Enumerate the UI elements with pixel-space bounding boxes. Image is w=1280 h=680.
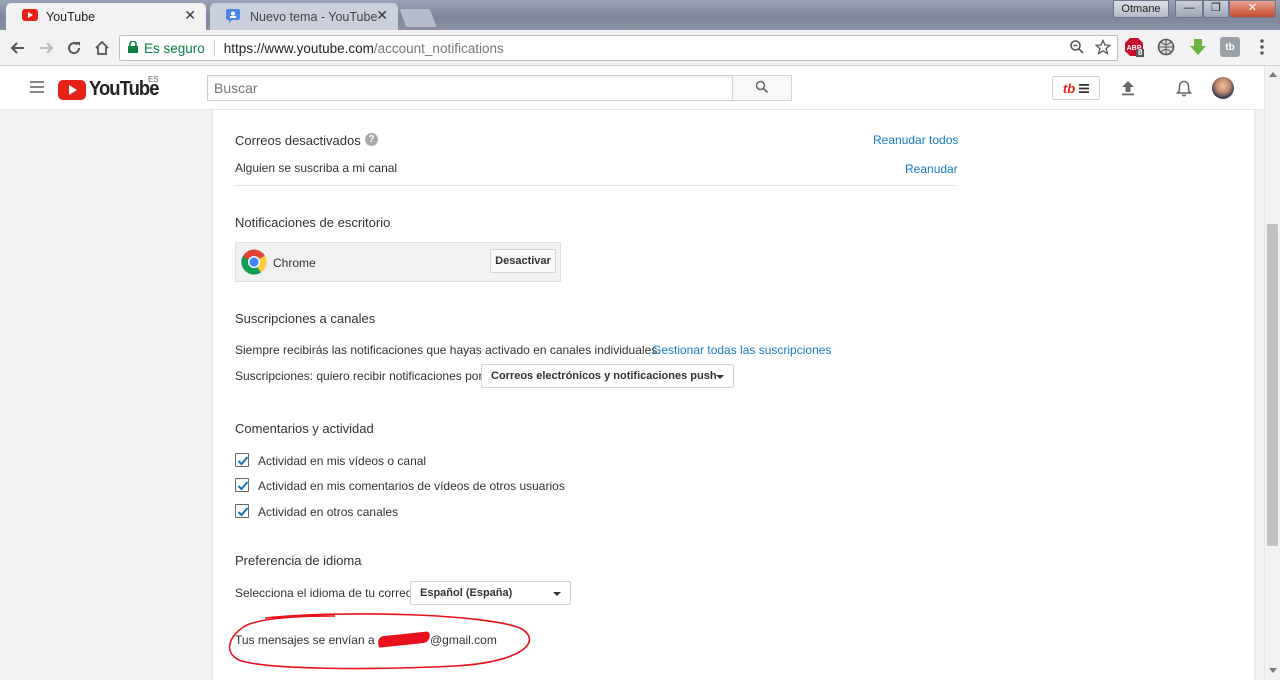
help-forum-favicon-icon	[226, 9, 240, 26]
adblock-plus-icon[interactable]: ABP 8	[1124, 37, 1144, 57]
resume-all-link[interactable]: Reanudar todos	[873, 133, 958, 147]
secure-label: Es seguro	[144, 40, 205, 56]
checkmark-icon	[237, 481, 249, 491]
deactivate-button[interactable]: Desactivar	[490, 249, 556, 273]
window-titlebar: YouTube ✕ Nuevo tema - YouTube · ✕ Otman…	[0, 0, 1280, 30]
checkmark-icon	[237, 456, 249, 466]
scroll-down-arrow-icon[interactable]	[1269, 668, 1277, 673]
search-icon	[755, 80, 769, 97]
activity-comments-label: Actividad en mis comentarios de vídeos d…	[258, 479, 565, 493]
list-menu-icon	[1079, 81, 1090, 96]
tubebuddy-extension-icon[interactable]: tb	[1220, 37, 1240, 57]
reload-icon[interactable]	[62, 36, 86, 60]
window-minimize-button[interactable]: —	[1175, 0, 1203, 18]
language-preference-title: Preferencia de idioma	[235, 553, 362, 568]
url-text[interactable]: https://www.youtube.com/account_notifica…	[224, 41, 504, 56]
guide-menu-icon[interactable]	[30, 81, 44, 93]
activity-other-channels-checkbox[interactable]	[235, 504, 249, 518]
language-select-value: Español (España)	[420, 587, 513, 599]
notifications-bell-icon[interactable]	[1174, 78, 1194, 98]
zoom-icon[interactable]	[1069, 39, 1085, 58]
subscriptions-select-value: Correos electrónicos y notificaciones pu…	[491, 370, 717, 382]
disabled-emails-title: Correos desactivados	[235, 133, 361, 148]
page-viewport: YouTube ES tb Correos desactivados ? Rea…	[0, 66, 1264, 680]
language-select-label: Selecciona el idioma de tu correo	[235, 586, 413, 600]
tab-youtube[interactable]: YouTube ✕	[6, 3, 206, 30]
search-button[interactable]	[732, 75, 792, 101]
omnibox-actions	[1069, 38, 1112, 58]
window-close-button[interactable]: ✕	[1229, 0, 1276, 18]
tubebuddy-logo-text: tb	[1062, 80, 1076, 96]
scroll-up-arrow-icon[interactable]	[1269, 72, 1277, 77]
lock-icon	[128, 39, 138, 56]
youtube-logo[interactable]: YouTube ES	[58, 75, 165, 101]
new-tab-button[interactable]	[398, 8, 438, 28]
disabled-email-item-label: Alguien se suscriba a mi canal	[235, 161, 398, 175]
section-divider	[235, 185, 955, 186]
help-icon[interactable]: ?	[365, 133, 378, 146]
tab-nuevo-tema[interactable]: Nuevo tema - YouTube · ✕	[210, 3, 398, 30]
email-language-select[interactable]: Español (España)	[410, 581, 571, 605]
chevron-down-icon	[716, 375, 724, 379]
adblock-badge: 8	[1138, 48, 1143, 57]
bookmark-star-icon[interactable]	[1094, 38, 1112, 58]
browser-name: Chrome	[273, 256, 316, 270]
back-arrow-icon[interactable]	[6, 36, 30, 60]
tab-title: YouTube	[46, 9, 96, 24]
chrome-menu-icon[interactable]	[1252, 37, 1272, 57]
address-bar[interactable]: Es seguro https://www.youtube.com/accoun…	[119, 35, 1118, 61]
window-maximize-button[interactable]: ❐	[1203, 0, 1229, 18]
activity-other-channels-label: Actividad en otros canales	[258, 505, 399, 519]
url-path: /account_notifications	[373, 40, 504, 56]
manage-subscriptions-link[interactable]: Gestionar todas las suscripciones	[652, 343, 831, 357]
country-code: ES	[148, 75, 159, 84]
home-icon[interactable]	[90, 36, 114, 60]
account-notifications-panel: Correos desactivados ? Reanudar todos Al…	[212, 110, 1255, 680]
checkmark-icon	[237, 507, 249, 517]
red-annotation-circle	[228, 613, 531, 670]
subscriptions-select-label: Suscripciones: quiero recibir notificaci…	[235, 369, 483, 383]
channel-subscriptions-title: Suscripciones a canales	[235, 311, 376, 326]
subscriptions-description: Siempre recibirás las notificaciones que…	[235, 343, 661, 357]
browser-toolbar: Es seguro https://www.youtube.com/accoun…	[0, 30, 1280, 66]
activity-videos-checkbox[interactable]	[235, 453, 249, 467]
youtube-favicon-icon	[22, 9, 38, 24]
chevron-down-icon	[553, 592, 561, 596]
forward-arrow-icon[interactable]	[34, 36, 58, 60]
scroll-thumb[interactable]	[1267, 224, 1278, 546]
youtube-play-icon	[58, 79, 86, 100]
desktop-notification-row: Chrome Desactivar	[235, 242, 561, 282]
tubebuddy-menu-button[interactable]: tb	[1052, 76, 1100, 100]
subscriptions-delivery-select[interactable]: Correos electrónicos y notificaciones pu…	[481, 364, 734, 388]
upload-icon[interactable]	[1118, 78, 1138, 98]
desktop-notifications-title: Notificaciones de escritorio	[235, 215, 391, 230]
comments-activity-title: Comentarios y actividad	[235, 421, 374, 436]
tab-close-icon[interactable]: ✕	[184, 7, 196, 24]
resume-link[interactable]: Reanudar	[905, 162, 958, 176]
window-user-profile[interactable]: Otmane	[1113, 0, 1169, 18]
url-host: www.youtube.com	[264, 40, 374, 56]
youtube-header: YouTube ES tb	[0, 66, 1264, 110]
search-input[interactable]	[207, 75, 733, 101]
activity-comments-checkbox[interactable]	[235, 478, 249, 492]
tab-title: Nuevo tema - YouTube ·	[250, 9, 380, 24]
tab-close-icon[interactable]: ✕	[376, 7, 388, 24]
globe-extension-icon[interactable]	[1156, 37, 1176, 57]
page-scrollbar[interactable]	[1264, 66, 1280, 680]
user-avatar[interactable]	[1212, 77, 1234, 99]
omnibox-separator	[213, 40, 215, 56]
activity-videos-label: Actividad en mis vídeos o canal	[258, 454, 427, 468]
download-arrow-icon[interactable]	[1188, 37, 1208, 57]
url-scheme: https://	[223, 40, 265, 56]
secure-indicator[interactable]: Es seguro	[120, 39, 205, 56]
